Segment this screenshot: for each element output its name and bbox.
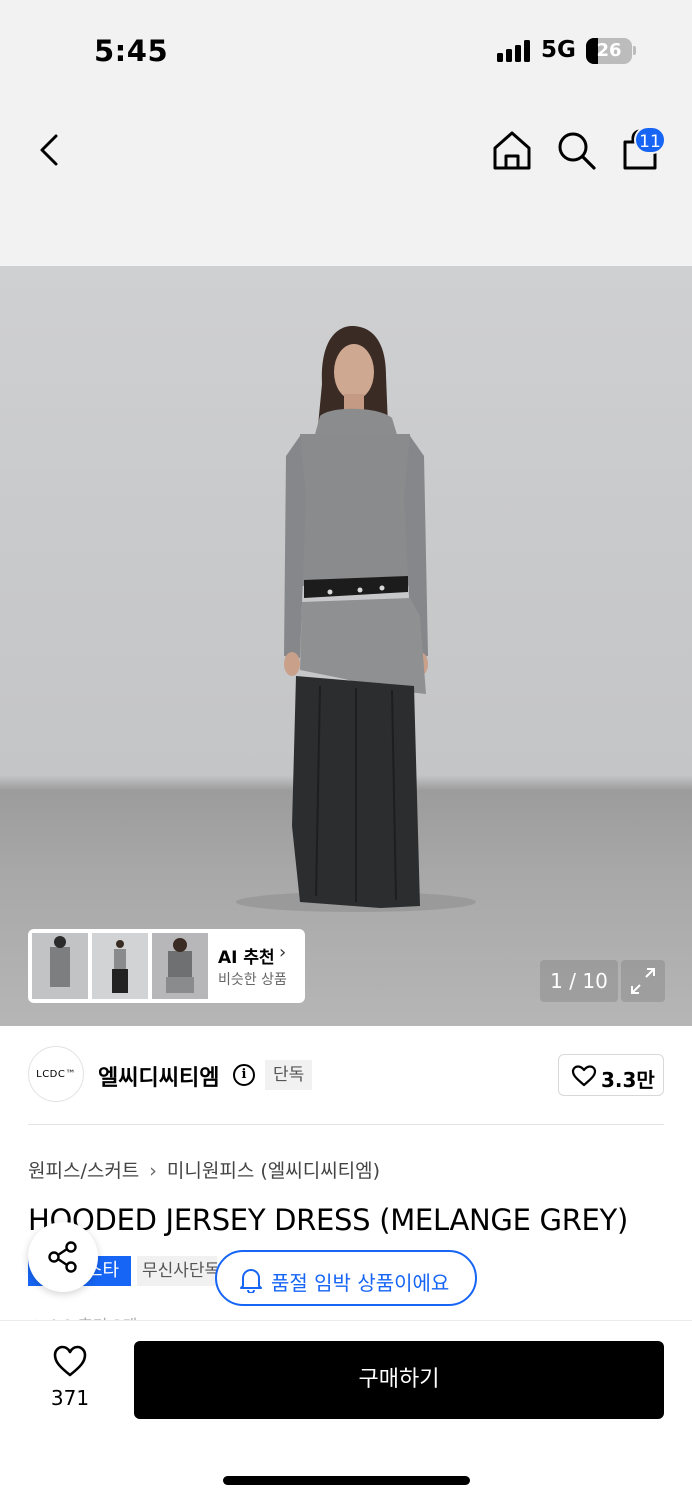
share-icon [48,1241,77,1273]
home-icon [493,131,531,170]
exclusive-badge: 단독 [265,1060,313,1090]
recommend-thumbnail[interactable] [92,933,148,999]
breadcrumb-item[interactable]: 원피스/스커트 [28,1160,139,1182]
share-button[interactable] [28,1222,98,1292]
chevron-right-icon: › [149,1160,157,1182]
search-icon [558,132,596,170]
info-icon[interactable]: i [233,1064,255,1086]
breadcrumb: 원피스/스커트 › 미니원피스 (엘씨디씨티엠) [28,1156,380,1183]
status-bar: 5:45 5G 26 [0,0,692,100]
product-image[interactable] [0,266,692,1026]
recommend-thumbnail[interactable] [32,933,88,999]
app-header [0,100,692,266]
home-button[interactable] [488,126,536,174]
network-type: 5G [541,37,576,63]
back-button[interactable] [26,126,74,174]
musinsa-exclusive-badge: 무신사단독 [137,1256,217,1286]
status-time: 5:45 [94,34,169,68]
battery-percent: 26 [596,40,622,61]
model-photo [236,326,476,912]
expand-icon [631,968,655,994]
recommend-thumbnail[interactable] [152,933,208,999]
cart-count-badge: 11 [634,126,666,154]
home-indicator [223,1476,470,1485]
heart-icon [53,1345,87,1377]
breadcrumb-item[interactable]: 미니원피스 (엘씨디씨티엠) [167,1160,380,1182]
search-button[interactable] [552,126,600,174]
soldout-notice-button[interactable]: 품절 임박 상품이에요 [215,1250,477,1306]
brand-name[interactable]: 엘씨디씨티엠 [98,1060,219,1092]
ai-recommend-title: AI 추천 [218,948,275,968]
ai-recommend-subtitle: 비슷한 상품 [218,972,287,988]
chevron-left-icon [40,134,58,166]
battery-icon: 26 [586,38,632,64]
brand-like-button[interactable]: 3.3만 [558,1054,664,1096]
image-page-counter: 1 / 10 [540,960,618,1002]
brand-like-count: 3.3만 [601,1068,655,1092]
expand-image-button[interactable] [621,960,665,1002]
brand-logo[interactable]: LCDC™ [28,1046,84,1102]
heart-icon [571,1065,597,1087]
bell-icon [240,1269,262,1293]
wishlist-count: 371 [50,1386,90,1410]
cellular-signal-icon [497,40,533,62]
chevron-right-icon: › [279,942,287,963]
buy-button[interactable]: 구매하기 [134,1341,664,1419]
section-divider [28,1124,664,1125]
ai-recommend-card[interactable]: AI 추천 › 비슷한 상품 [28,929,305,1003]
rating-summary: ★ 4.9 후기 3개 [28,1312,228,1320]
soldout-notice-text: 품절 임박 상품이에요 [271,1271,450,1295]
battery-tip [633,46,636,55]
product-title: HOODED JERSEY DRESS (MELANGE GREY) [28,1203,628,1237]
